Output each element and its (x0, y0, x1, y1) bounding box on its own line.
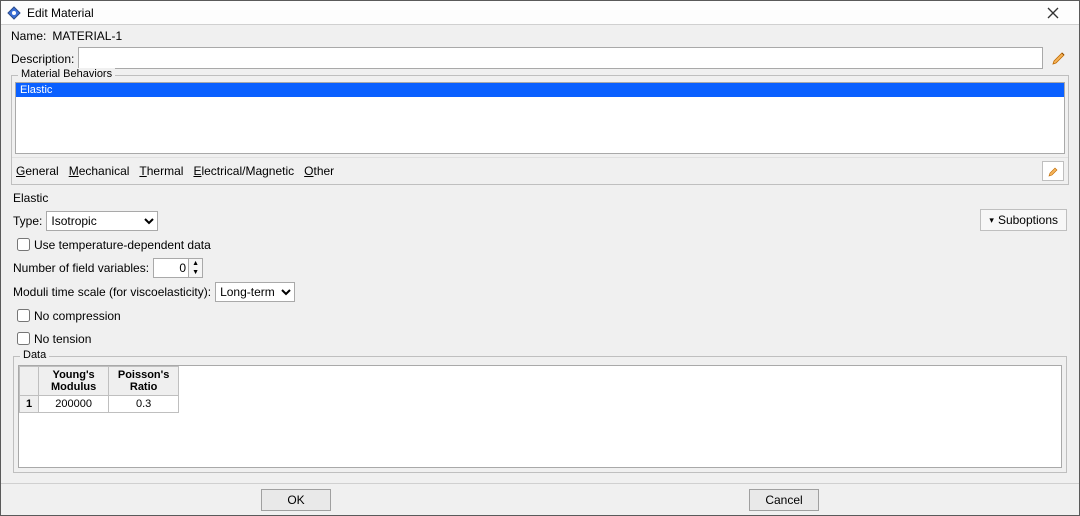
material-name-value: MATERIAL-1 (52, 29, 122, 43)
col-youngs-modulus: Young'sModulus (39, 367, 109, 396)
material-behaviors-group: Material Behaviors Elastic General Mecha… (11, 75, 1069, 185)
behaviors-list[interactable]: Elastic (15, 82, 1065, 154)
behavior-menus: General Mechanical Thermal Electrical/Ma… (12, 157, 1068, 184)
spinner-up-icon[interactable]: ▲ (189, 259, 202, 268)
moduli-time-scale-select[interactable]: Long-term (215, 282, 295, 302)
spinner-down-icon[interactable]: ▼ (189, 268, 202, 277)
temp-dependent-checkbox[interactable] (17, 238, 30, 251)
field-variables-spinner[interactable]: ▲ ▼ (153, 258, 203, 278)
delete-behavior-button[interactable] (1042, 161, 1064, 181)
field-variables-label: Number of field variables: (13, 261, 149, 275)
edit-description-button[interactable] (1049, 48, 1069, 68)
menu-other[interactable]: Other (304, 164, 334, 178)
data-table[interactable]: Young'sModulus Poisson'sRatio 1 200000 0… (19, 366, 179, 413)
close-button[interactable] (1033, 2, 1073, 24)
menu-general[interactable]: General (16, 164, 59, 178)
window-title: Edit Material (27, 6, 94, 20)
row-header-blank (20, 367, 39, 396)
dialog-button-bar: OK Cancel (1, 483, 1079, 515)
col-poissons-ratio: Poisson'sRatio (109, 367, 179, 396)
behavior-item-elastic[interactable]: Elastic (16, 83, 1064, 97)
no-tension-label: No tension (34, 332, 91, 346)
data-table-wrap: Young'sModulus Poisson'sRatio 1 200000 0… (18, 365, 1062, 468)
menu-thermal[interactable]: Thermal (139, 164, 183, 178)
app-icon (7, 6, 21, 20)
menu-electrical-magnetic[interactable]: Electrical/Magnetic (193, 164, 294, 178)
moduli-time-scale-label: Moduli time scale (for viscoelasticity): (13, 285, 211, 299)
no-compression-label: No compression (34, 309, 121, 323)
description-input[interactable] (78, 47, 1043, 69)
field-variables-input[interactable] (154, 259, 188, 277)
titlebar: Edit Material (1, 1, 1079, 25)
type-select[interactable]: Isotropic (46, 211, 158, 231)
suboptions-button[interactable]: ▾ Suboptions (980, 209, 1067, 231)
temp-dependent-label: Use temperature-dependent data (34, 238, 211, 252)
edit-material-dialog: Edit Material Name: MATERIAL-1 Descripti… (0, 0, 1080, 516)
no-compression-checkbox[interactable] (17, 309, 30, 322)
menu-mechanical[interactable]: Mechanical (69, 164, 130, 178)
ok-button[interactable]: OK (261, 489, 331, 511)
table-row[interactable]: 1 200000 0.3 (20, 396, 179, 413)
cancel-button[interactable]: Cancel (749, 489, 819, 511)
data-legend: Data (20, 349, 49, 361)
name-label: Name: (11, 29, 46, 43)
cell-youngs[interactable]: 200000 (39, 396, 109, 413)
row-number: 1 (20, 396, 39, 413)
no-tension-checkbox[interactable] (17, 332, 30, 345)
material-behaviors-legend: Material Behaviors (18, 68, 115, 80)
type-label: Type: (13, 214, 42, 228)
data-group: Data Young'sModulus Poisson'sRatio 1 200… (13, 356, 1067, 473)
description-label: Description: (11, 50, 74, 66)
elastic-section-title: Elastic (13, 191, 1067, 205)
chevron-down-icon: ▾ (989, 215, 994, 226)
cell-poisson[interactable]: 0.3 (109, 396, 179, 413)
